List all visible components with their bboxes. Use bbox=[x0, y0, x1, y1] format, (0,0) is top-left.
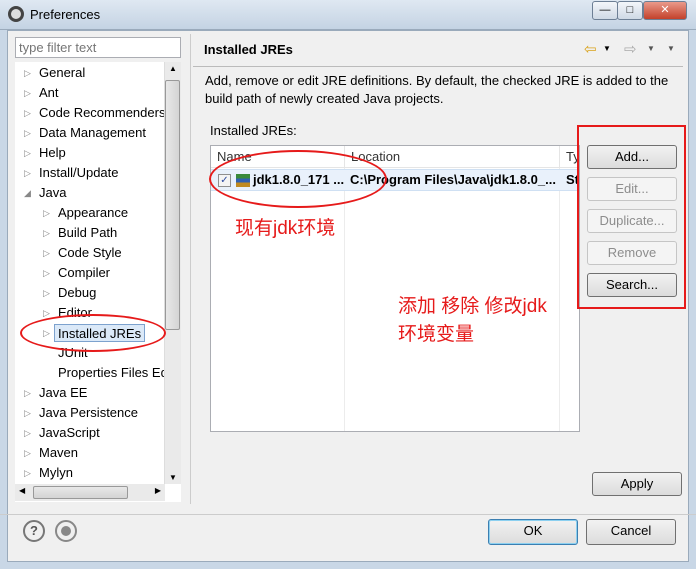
forward-arrow-icon[interactable]: ⇨ bbox=[624, 40, 637, 58]
back-arrow-icon[interactable]: ⇦ bbox=[584, 40, 597, 58]
record-icon[interactable] bbox=[55, 520, 77, 542]
tree-item[interactable]: Ant bbox=[39, 84, 59, 102]
apply-button[interactable]: Apply bbox=[592, 472, 682, 496]
tree-item[interactable]: Mylyn bbox=[39, 464, 73, 482]
filter-input[interactable] bbox=[15, 37, 181, 58]
collapsed-arrow-icon[interactable]: ▷ bbox=[24, 168, 31, 179]
maximize-button[interactable]: □ bbox=[617, 1, 643, 20]
annotation-current-jdk: 现有jdk环境 bbox=[235, 218, 336, 239]
collapsed-arrow-icon[interactable]: ▷ bbox=[43, 268, 50, 279]
collapsed-arrow-icon[interactable]: ▷ bbox=[43, 248, 50, 259]
scroll-right-icon[interactable]: ▶ bbox=[155, 486, 161, 495]
page-title: Installed JREs bbox=[204, 42, 293, 57]
close-button[interactable]: ✕ bbox=[643, 1, 687, 20]
tree-item[interactable]: Code Recommenders bbox=[39, 104, 165, 122]
scroll-left-icon[interactable]: ◀ bbox=[19, 486, 25, 495]
tree-highlight-ellipse bbox=[20, 314, 166, 352]
collapsed-arrow-icon[interactable]: ▷ bbox=[24, 108, 31, 119]
tree-item[interactable]: Java Persistence bbox=[39, 404, 138, 422]
preferences-gear-icon bbox=[8, 6, 24, 22]
tree-item[interactable]: Data Management bbox=[39, 124, 146, 142]
tree-item[interactable]: JavaScript bbox=[39, 424, 100, 442]
ok-button[interactable]: OK bbox=[488, 519, 578, 545]
tree-hscroll-thumb[interactable] bbox=[33, 486, 128, 499]
title-bar: Preferences — □ ✕ bbox=[0, 0, 696, 30]
tree-item[interactable]: Java EE bbox=[39, 384, 87, 402]
tree-item[interactable]: Compiler bbox=[58, 264, 110, 282]
jre-highlight-ellipse bbox=[209, 150, 387, 208]
collapsed-arrow-icon[interactable]: ▷ bbox=[24, 468, 31, 479]
scroll-up-icon[interactable]: ▲ bbox=[169, 64, 177, 73]
page-description: Add, remove or edit JRE definitions. By … bbox=[205, 73, 669, 106]
tree-item[interactable]: Code Style bbox=[58, 244, 122, 262]
annotation-actions-1: 添加 移除 修改jdk bbox=[398, 296, 547, 317]
tree-item[interactable]: Help bbox=[39, 144, 66, 162]
view-menu-icon[interactable]: ▼ bbox=[667, 44, 675, 53]
tree-item[interactable]: Install/Update bbox=[39, 164, 119, 182]
forward-menu-chevron-icon[interactable]: ▼ bbox=[647, 44, 655, 53]
tree-item[interactable]: General bbox=[39, 64, 85, 82]
collapsed-arrow-icon[interactable]: ▷ bbox=[43, 228, 50, 239]
cancel-button[interactable]: Cancel bbox=[586, 519, 676, 545]
installed-jres-label: Installed JREs: bbox=[210, 123, 297, 138]
tree-scroll-thumb[interactable] bbox=[165, 80, 180, 330]
tree-item[interactable]: Debug bbox=[58, 284, 96, 302]
scroll-down-icon[interactable]: ▼ bbox=[169, 473, 177, 482]
collapsed-arrow-icon[interactable]: ▷ bbox=[43, 208, 50, 219]
tree-item[interactable]: Maven bbox=[39, 444, 78, 462]
buttons-highlight-box bbox=[577, 125, 686, 309]
minimize-button[interactable]: — bbox=[592, 1, 618, 20]
header-divider bbox=[193, 66, 683, 67]
column-header-location[interactable]: Location bbox=[345, 146, 560, 168]
collapsed-arrow-icon[interactable]: ▷ bbox=[43, 288, 50, 299]
preferences-tree: ▷ General ▷ Ant ▷ Code Recommenders ▷ Data Mana… bbox=[15, 62, 181, 502]
annotation-actions-2: 环境变量 bbox=[398, 324, 475, 345]
collapsed-arrow-icon[interactable]: ▷ bbox=[24, 428, 31, 439]
back-menu-chevron-icon[interactable]: ▼ bbox=[603, 44, 611, 53]
window-title: Preferences bbox=[30, 7, 101, 22]
tree-item[interactable]: Properties Files Ed bbox=[58, 364, 168, 382]
collapsed-arrow-icon[interactable]: ▷ bbox=[24, 148, 31, 159]
footer-divider bbox=[0, 514, 696, 515]
collapsed-arrow-icon[interactable]: ▷ bbox=[24, 68, 31, 79]
collapsed-arrow-icon[interactable]: ▷ bbox=[24, 408, 31, 419]
tree-item[interactable]: Java bbox=[39, 184, 66, 202]
collapsed-arrow-icon[interactable]: ▷ bbox=[24, 128, 31, 139]
collapsed-arrow-icon[interactable]: ▷ bbox=[24, 448, 31, 459]
tree-item[interactable]: Build Path bbox=[58, 224, 117, 242]
sash-divider[interactable] bbox=[190, 34, 191, 504]
expanded-arrow-icon[interactable]: ◢ bbox=[24, 188, 31, 199]
tree-item[interactable]: Appearance bbox=[58, 204, 128, 222]
collapsed-arrow-icon[interactable]: ▷ bbox=[24, 88, 31, 99]
help-icon[interactable]: ? bbox=[23, 520, 45, 542]
collapsed-arrow-icon[interactable]: ▷ bbox=[24, 388, 31, 399]
